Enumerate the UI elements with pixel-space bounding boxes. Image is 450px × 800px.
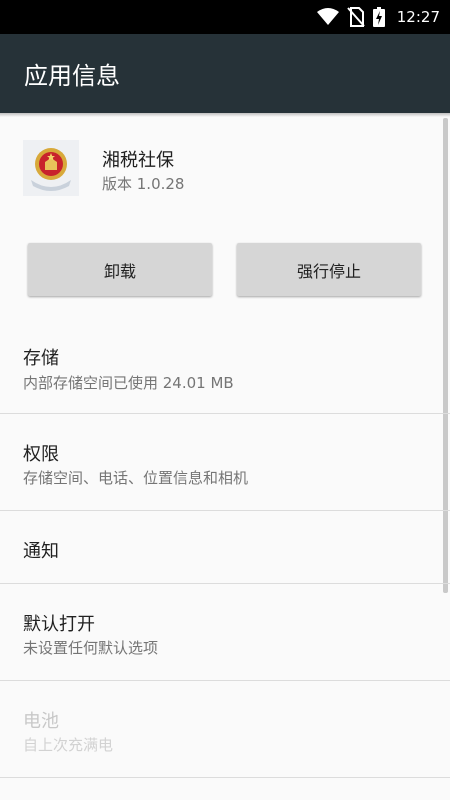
item-title: 电池 [23, 711, 59, 732]
uninstall-button[interactable]: 卸载 [28, 243, 212, 296]
app-bar: 应用信息 [0, 34, 450, 113]
national-emblem-icon [23, 140, 79, 196]
status-time: 12:27 [396, 8, 440, 26]
item-title: 默认打开 [23, 614, 95, 635]
item-subtitle: 自上次充满电 [23, 736, 114, 754]
app-version: 版本 1.0.28 [102, 175, 185, 193]
item-title: 通知 [23, 541, 59, 562]
app-bar-shadow [0, 113, 450, 117]
item-subtitle: 存储空间、电话、位置信息和相机 [23, 469, 249, 487]
item-title: 权限 [23, 444, 59, 465]
app-name: 湘税社保 [102, 150, 174, 171]
divider [0, 777, 450, 778]
item-subtitle: 内部存储空间已使用 24.01 MB [23, 374, 234, 392]
item-subtitle: 未设置任何默认选项 [23, 639, 159, 657]
settings-item-storage[interactable]: 存储 内部存储空间已使用 24.01 MB [0, 330, 450, 414]
force-stop-button[interactable]: 强行停止 [237, 243, 421, 296]
battery-charging-icon [372, 7, 385, 27]
status-icons: 12:27 [316, 6, 440, 28]
app-header: 湘税社保 版本 1.0.28 [0, 118, 450, 218]
settings-item-permissions[interactable]: 权限 存储空间、电话、位置信息和相机 [0, 414, 450, 510]
page-title: 应用信息 [24, 62, 120, 90]
status-bar: 12:27 [0, 0, 450, 34]
no-sim-icon [347, 7, 365, 27]
settings-item-open-by-default[interactable]: 默认打开 未设置任何默认选项 [0, 584, 450, 680]
item-title: 存储 [23, 348, 59, 369]
settings-item-notifications[interactable]: 通知 [0, 511, 450, 583]
wifi-icon [316, 8, 339, 25]
